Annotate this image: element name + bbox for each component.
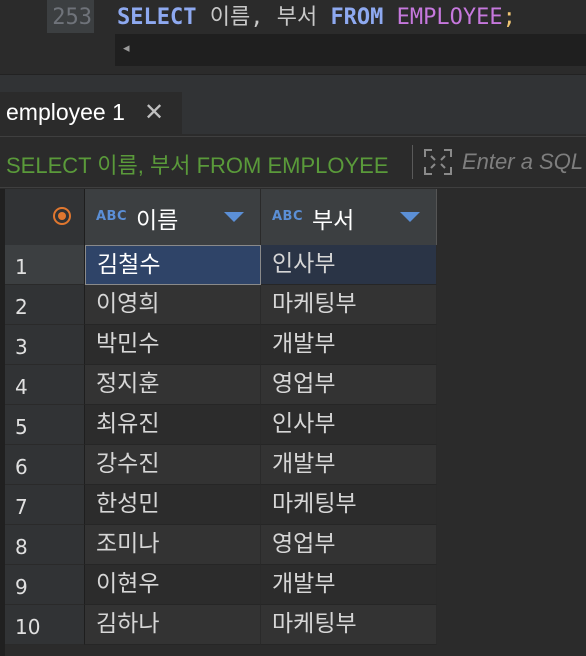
cell-name[interactable]: 박민수 — [85, 325, 261, 365]
cell-name[interactable]: 이현우 — [85, 565, 261, 605]
table-row[interactable]: 9 이현우 개발부 — [5, 565, 586, 605]
cell-dept[interactable]: 인사부 — [261, 405, 437, 445]
cell-name[interactable]: 조미나 — [85, 525, 261, 565]
table-row[interactable]: 3 박민수 개발부 — [5, 325, 586, 365]
row-filler — [437, 605, 586, 645]
sql-table-name: EMPLOYEE — [396, 5, 503, 30]
row-filler — [437, 485, 586, 525]
editor-results-divider[interactable] — [0, 74, 586, 93]
cell-dept[interactable]: 인사부 — [261, 245, 437, 285]
table-row[interactable]: 1 김철수 인사부 — [5, 245, 586, 285]
row-number[interactable]: 7 — [5, 485, 85, 525]
cell-dept[interactable]: 개발부 — [261, 325, 437, 365]
filter-bar: SELECT 이름, 부서 FROM EMPLOYEE — [0, 136, 586, 188]
cell-dept[interactable]: 마케팅부 — [261, 285, 437, 325]
cell-name[interactable]: 김하나 — [85, 605, 261, 645]
cell-dept[interactable]: 마케팅부 — [261, 485, 437, 525]
record-target-icon[interactable] — [53, 207, 71, 225]
table-row[interactable]: 4 정지훈 영업부 — [5, 365, 586, 405]
column-menu-icon[interactable] — [400, 212, 420, 222]
row-filler — [437, 405, 586, 445]
line-number: 253 — [47, 0, 94, 33]
row-filler — [437, 525, 586, 565]
close-icon[interactable]: ✕ — [144, 98, 164, 126]
table-row[interactable]: 5 최유진 인사부 — [5, 405, 586, 445]
row-filler — [437, 245, 586, 285]
scroll-left-icon[interactable]: ◂ — [123, 41, 130, 56]
sql-editor[interactable]: 253 SELECT 이름, 부서 FROM EMPLOYEE; ◂ — [0, 0, 586, 74]
horizontal-scrollbar[interactable]: ◂ — [115, 34, 586, 66]
expand-icon[interactable] — [422, 147, 454, 177]
cell-dept[interactable]: 마케팅부 — [261, 605, 437, 645]
cell-name[interactable]: 정지훈 — [85, 365, 261, 405]
row-number[interactable]: 2 — [5, 285, 85, 325]
sql-keyword-select: SELECT — [117, 5, 197, 30]
results-tab-bar: employee 1 ✕ — [0, 92, 586, 134]
cell-name[interactable]: 최유진 — [85, 405, 261, 445]
table-row[interactable]: 6 강수진 개발부 — [5, 445, 586, 485]
cell-name[interactable]: 강수진 — [85, 445, 261, 485]
sql-statement[interactable]: SELECT 이름, 부서 FROM EMPLOYEE; — [117, 0, 516, 36]
tab-employee-1[interactable]: employee 1 ✕ — [0, 92, 182, 134]
filter-separator — [412, 145, 413, 179]
grid-header: ABC 이름 ABC 부서 — [5, 189, 586, 245]
row-filler — [437, 565, 586, 605]
sql-semicolon: ; — [502, 5, 516, 30]
sql-keyword-from: FROM — [330, 5, 384, 30]
text-type-icon: ABC — [272, 209, 304, 224]
column-header-dept[interactable]: ABC 부서 — [261, 189, 437, 245]
row-number[interactable]: 6 — [5, 445, 85, 485]
cell-dept[interactable]: 영업부 — [261, 525, 437, 565]
filter-input[interactable] — [462, 145, 586, 179]
cell-dept[interactable]: 개발부 — [261, 445, 437, 485]
row-filler — [437, 325, 586, 365]
table-row[interactable]: 10 김하나 마케팅부 — [5, 605, 586, 645]
cell-dept[interactable]: 개발부 — [261, 565, 437, 605]
column-header-name[interactable]: ABC 이름 — [85, 189, 261, 245]
text-type-icon: ABC — [96, 209, 128, 224]
grid-corner[interactable] — [5, 189, 85, 245]
row-number[interactable]: 5 — [5, 405, 85, 445]
result-grid: ABC 이름 ABC 부서 1 김철수 인사부 2 이영희 마케팅부 3 박민수… — [0, 189, 586, 656]
cell-name[interactable]: 이영희 — [85, 285, 261, 325]
sql-columns: 이름, 부서 — [196, 5, 331, 30]
column-menu-icon[interactable] — [224, 212, 244, 222]
column-title: 이름 — [136, 208, 179, 234]
row-number[interactable]: 9 — [5, 565, 85, 605]
table-row[interactable]: 7 한성민 마케팅부 — [5, 485, 586, 525]
tab-label: employee 1 — [6, 99, 125, 125]
table-row[interactable]: 8 조미나 영업부 — [5, 525, 586, 565]
cell-name[interactable]: 김철수 — [85, 245, 261, 285]
row-number[interactable]: 4 — [5, 365, 85, 405]
row-filler — [437, 365, 586, 405]
cell-name[interactable]: 한성민 — [85, 485, 261, 525]
column-title: 부서 — [312, 208, 355, 234]
row-number[interactable]: 10 — [5, 605, 85, 645]
row-number[interactable]: 1 — [5, 245, 85, 285]
row-number[interactable]: 3 — [5, 325, 85, 365]
sql-space — [383, 5, 396, 30]
query-text[interactable]: SELECT 이름, 부서 FROM EMPLOYEE — [6, 148, 389, 180]
row-number[interactable]: 8 — [5, 525, 85, 565]
row-filler — [437, 285, 586, 325]
cell-dept[interactable]: 영업부 — [261, 365, 437, 405]
row-filler — [437, 445, 586, 485]
table-row[interactable]: 2 이영희 마케팅부 — [5, 285, 586, 325]
